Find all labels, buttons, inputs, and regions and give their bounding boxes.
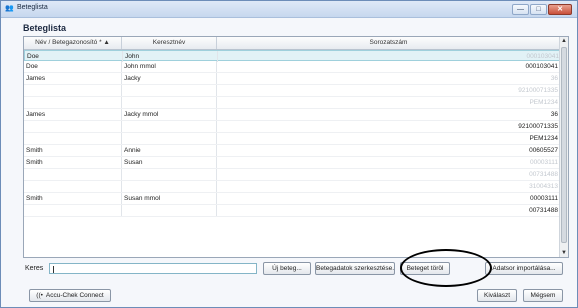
table-row[interactable]: James Jacky 36 [24,73,560,85]
cell-last-name [24,97,122,108]
accu-chek-connect-button[interactable]: ((• Accu-Chek Connect [29,289,111,302]
cell-last-name: Smith [24,193,122,204]
cell-last-name: Smith [24,145,122,156]
column-header-serial[interactable]: Sorozatszám [217,37,560,49]
patients-icon: 👥 [5,5,14,12]
highlight-oval [400,249,492,287]
table-row[interactable]: 31004313 [24,181,560,193]
cell-first-name: John mmol [122,61,217,72]
cell-serial: 92100071335 [518,87,558,94]
table-row[interactable]: 00731488 [24,205,560,217]
cell-serial: 00731488 [529,207,558,214]
cell-serial: 00731488 [529,171,558,178]
cell-last-name: Smith [24,157,122,168]
table-row[interactable]: 92100071335 [24,85,560,97]
cell-last-name: Doe [24,61,122,72]
table-row[interactable]: Smith Annie 00605527 [24,145,560,157]
cell-serial: PEM1234 [529,99,558,106]
minimize-button[interactable]: — [512,4,529,15]
page-title: Beteglista [23,23,67,33]
cell-first-name [122,121,217,132]
search-input[interactable] [49,263,257,274]
window-title: Beteglista [17,4,48,11]
cell-last-name [24,169,122,180]
cell-first-name: Jacky [122,73,217,84]
column-header-first-name[interactable]: Keresztnév [122,37,217,49]
cell-first-name: Jacky mmol [122,109,217,120]
cell-first-name [122,205,217,216]
column-header-name-id[interactable]: Név / Betegazonosító * ▲ [24,37,122,49]
cell-serial: 92100071335 [518,123,558,130]
maximize-button[interactable]: □ [530,4,547,15]
select-button[interactable]: Kiválaszt [477,289,517,302]
cell-last-name [24,181,122,192]
cell-first-name [122,169,217,180]
cell-last-name [24,133,122,144]
table-body: Doe John 000103041 Doe John mmol 000103041 Jam… [24,50,560,217]
cell-first-name: Susan mmol [122,193,217,204]
table-row[interactable]: Doe John mmol 000103041 [24,61,560,73]
search-label: Keres [25,265,44,272]
cell-serial: 00605527 [529,147,558,154]
cell-first-name [122,181,217,192]
cell-serial: 00003111 [530,195,558,202]
import-data-button[interactable]: Adatsor importálása... [485,262,563,275]
close-button[interactable]: ✕ [548,4,572,15]
edit-patient-button[interactable]: Betegadatok szerkesztése... [315,262,395,275]
title-bar: 👥 Beteglista — □ ✕ [1,1,577,18]
cell-serial: 00003111 [530,159,558,166]
table-row[interactable]: PEM1234 [24,97,560,109]
cell-first-name [122,133,217,144]
cell-last-name [24,205,122,216]
table-row[interactable]: Smith Susan 00003111 [24,157,560,169]
cell-first-name: Annie [122,145,217,156]
scroll-down-icon[interactable]: ▼ [560,249,568,257]
cell-last-name: James [24,109,122,120]
accu-chek-label: Accu-Chek Connect [45,292,104,299]
table-row[interactable]: 92100071335 [24,121,560,133]
text-caret [53,266,54,273]
cell-last-name [24,121,122,132]
cell-first-name [122,97,217,108]
scrollbar-thumb[interactable] [561,47,567,243]
cell-first-name: Susan [122,157,217,168]
vertical-scrollbar[interactable]: ▲ ▼ [559,37,568,257]
cell-last-name [24,85,122,96]
cell-serial: 36 [550,75,558,82]
cell-last-name: James [24,73,122,84]
table-row[interactable]: 00731488 [24,169,560,181]
table-row[interactable]: James Jacky mmol 36 [24,109,560,121]
cancel-button[interactable]: Mégsem [523,289,563,302]
cell-serial: 31004313 [529,183,558,190]
table-header: Név / Betegazonosító * ▲ Keresztnév Soro… [24,37,560,50]
cell-first-name [122,85,217,96]
table-row[interactable]: PEM1234 [24,133,560,145]
patient-list-window: 👥 Beteglista — □ ✕ Beteglista Név / Bete… [0,0,578,308]
cell-serial: PEM1234 [529,135,558,142]
patient-table: Név / Betegazonosító * ▲ Keresztnév Soro… [23,36,569,258]
broadcast-icon: ((• [36,292,43,299]
table-row[interactable]: Smith Susan mmol 00003111 [24,193,560,205]
cell-serial: 36 [550,111,558,118]
cell-serial: 000103041 [525,63,558,70]
scroll-up-icon[interactable]: ▲ [560,37,568,45]
new-patient-button[interactable]: Új beteg... [263,262,311,275]
table-row[interactable]: Doe John 000103041 [24,50,560,62]
